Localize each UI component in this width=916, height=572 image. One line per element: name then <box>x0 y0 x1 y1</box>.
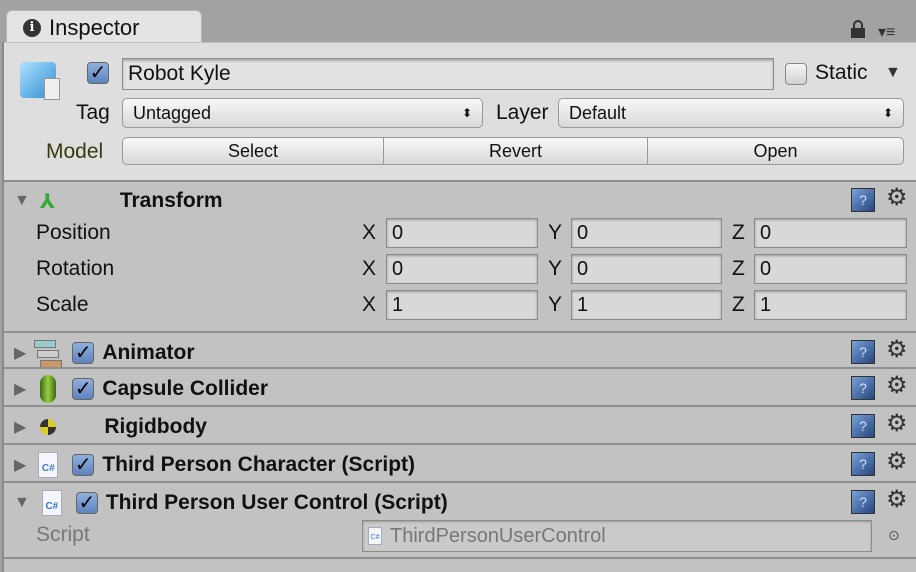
expanded-triangle-icon[interactable]: ▼ <box>14 192 30 210</box>
axis-label-y: Y <box>548 221 563 244</box>
collapsed-triangle-icon[interactable]: ▶ <box>14 455 26 475</box>
component-header[interactable]: ▶ ✓ Animator <box>14 338 195 368</box>
component-enabled-checkbox[interactable]: ✓ <box>72 454 95 476</box>
collapsed-triangle-icon[interactable]: ▶ <box>14 343 26 363</box>
inspector-tab[interactable]: i Inspector <box>6 10 202 44</box>
transform-x-input[interactable]: 1 <box>386 290 538 320</box>
model-revert-button[interactable]: Revert <box>383 137 648 165</box>
tag-dropdown[interactable]: Untagged ⬍ <box>122 98 483 128</box>
help-icon[interactable]: ? <box>851 452 875 476</box>
component-title: Rigidbody <box>104 415 207 438</box>
gear-icon[interactable]: ⚙ <box>886 186 908 210</box>
component-header[interactable]: ▶ C# ✓ Third Person Character (Script) <box>14 450 415 480</box>
animator-icon <box>34 338 64 368</box>
layer-dropdown[interactable]: Default ⬍ <box>558 98 904 128</box>
component-header[interactable]: ▼ C# ✓ Third Person User Control (Script… <box>14 488 448 518</box>
collapsed-triangle-icon[interactable]: ▶ <box>14 417 26 437</box>
transform-z-input[interactable]: 1 <box>754 290 907 320</box>
rigidbody-icon <box>34 414 64 440</box>
collapsed-triangle-icon[interactable]: ▶ <box>14 379 26 399</box>
updown-icon: ⬍ <box>882 106 893 120</box>
layer-value: Default <box>569 102 627 123</box>
transform-header[interactable]: ▼ ⅄ Transform <box>14 188 223 214</box>
transform-y-input[interactable]: 1 <box>571 290 722 320</box>
help-icon[interactable]: ? <box>851 188 875 212</box>
help-icon[interactable]: ? <box>851 490 875 514</box>
script-value: ThirdPersonUserControl <box>390 524 606 547</box>
gear-icon[interactable]: ⚙ <box>886 488 908 512</box>
transform-x-input[interactable]: 0 <box>386 218 538 248</box>
tag-label: Tag <box>76 101 110 124</box>
transform-row-label: Rotation <box>36 257 115 280</box>
model-label: Model <box>46 140 104 163</box>
transform-x-input[interactable]: 0 <box>386 254 538 284</box>
component-title: Animator <box>102 341 195 364</box>
name-input[interactable]: Robot Kyle <box>122 58 774 90</box>
divider <box>4 557 916 559</box>
divider <box>4 443 916 445</box>
axis-label-x: X <box>362 221 377 244</box>
help-icon[interactable]: ? <box>851 340 875 364</box>
help-icon[interactable]: ? <box>851 414 875 438</box>
axis-label-z: Z <box>732 257 745 280</box>
component-enabled-checkbox[interactable]: ✓ <box>72 342 95 364</box>
gear-icon[interactable]: ⚙ <box>886 412 908 436</box>
component-header[interactable]: ▶ ✓ Capsule Collider <box>14 374 268 404</box>
gear-icon[interactable]: ⚙ <box>886 450 908 474</box>
divider <box>4 481 916 483</box>
axis-label-y: Y <box>548 293 563 316</box>
transform-title: Transform <box>119 189 223 212</box>
component-header[interactable]: ▶ Rigidbody <box>14 412 207 442</box>
script-field[interactable]: C# ThirdPersonUserControl <box>362 520 872 552</box>
transform-y-input[interactable]: 0 <box>571 218 722 248</box>
divider <box>4 331 916 333</box>
gameobject-icon[interactable] <box>18 60 62 102</box>
axis-label-z: Z <box>732 221 745 244</box>
transform-z-input[interactable]: 0 <box>754 254 907 284</box>
transform-row-label: Scale <box>36 293 89 316</box>
axis-label-x: X <box>362 257 377 280</box>
object-picker-icon[interactable]: ⊙ <box>888 527 900 544</box>
csharp-script-icon: C# <box>34 452 64 478</box>
tab-title: Inspector <box>49 14 140 40</box>
component-title: Capsule Collider <box>102 377 269 400</box>
static-checkbox[interactable] <box>785 63 807 85</box>
axis-label-z: Z <box>732 293 745 316</box>
help-icon[interactable]: ? <box>851 376 875 400</box>
transform-z-input[interactable]: 0 <box>754 218 907 248</box>
active-checkbox[interactable]: ✓ <box>87 62 109 84</box>
divider <box>4 367 916 369</box>
gear-icon[interactable]: ⚙ <box>886 374 908 398</box>
menu-icon[interactable]: ▾≡ <box>878 22 895 42</box>
component-title: Third Person User Control (Script) <box>105 491 448 514</box>
transform-icon: ⅄ <box>39 190 56 213</box>
gear-icon[interactable]: ⚙ <box>886 338 908 362</box>
tag-value: Untagged <box>133 102 212 123</box>
capsule-icon <box>34 375 64 403</box>
info-icon: i <box>23 18 41 37</box>
axis-label-x: X <box>362 293 377 316</box>
model-select-button[interactable]: Select <box>122 137 384 165</box>
layer-label: Layer <box>496 101 549 124</box>
axis-label-y: Y <box>548 257 563 280</box>
updown-icon: ⬍ <box>461 106 472 120</box>
component-enabled-checkbox[interactable]: ✓ <box>72 378 95 400</box>
component-title: Third Person Character (Script) <box>102 453 416 476</box>
static-dropdown-arrow-icon[interactable]: ▼ <box>885 64 901 82</box>
component-enabled-checkbox[interactable]: ✓ <box>75 492 98 514</box>
divider <box>4 405 916 407</box>
transform-y-input[interactable]: 0 <box>571 254 722 284</box>
lock-icon[interactable] <box>851 20 865 38</box>
csharp-script-icon: C# <box>368 527 382 545</box>
expanded-triangle-icon[interactable]: ▼ <box>14 494 30 512</box>
script-label: Script <box>36 523 90 546</box>
model-open-button[interactable]: Open <box>647 137 904 165</box>
static-label: Static <box>815 61 868 84</box>
divider <box>4 180 916 182</box>
csharp-script-icon: C# <box>38 490 68 516</box>
transform-row-label: Position <box>36 221 111 244</box>
